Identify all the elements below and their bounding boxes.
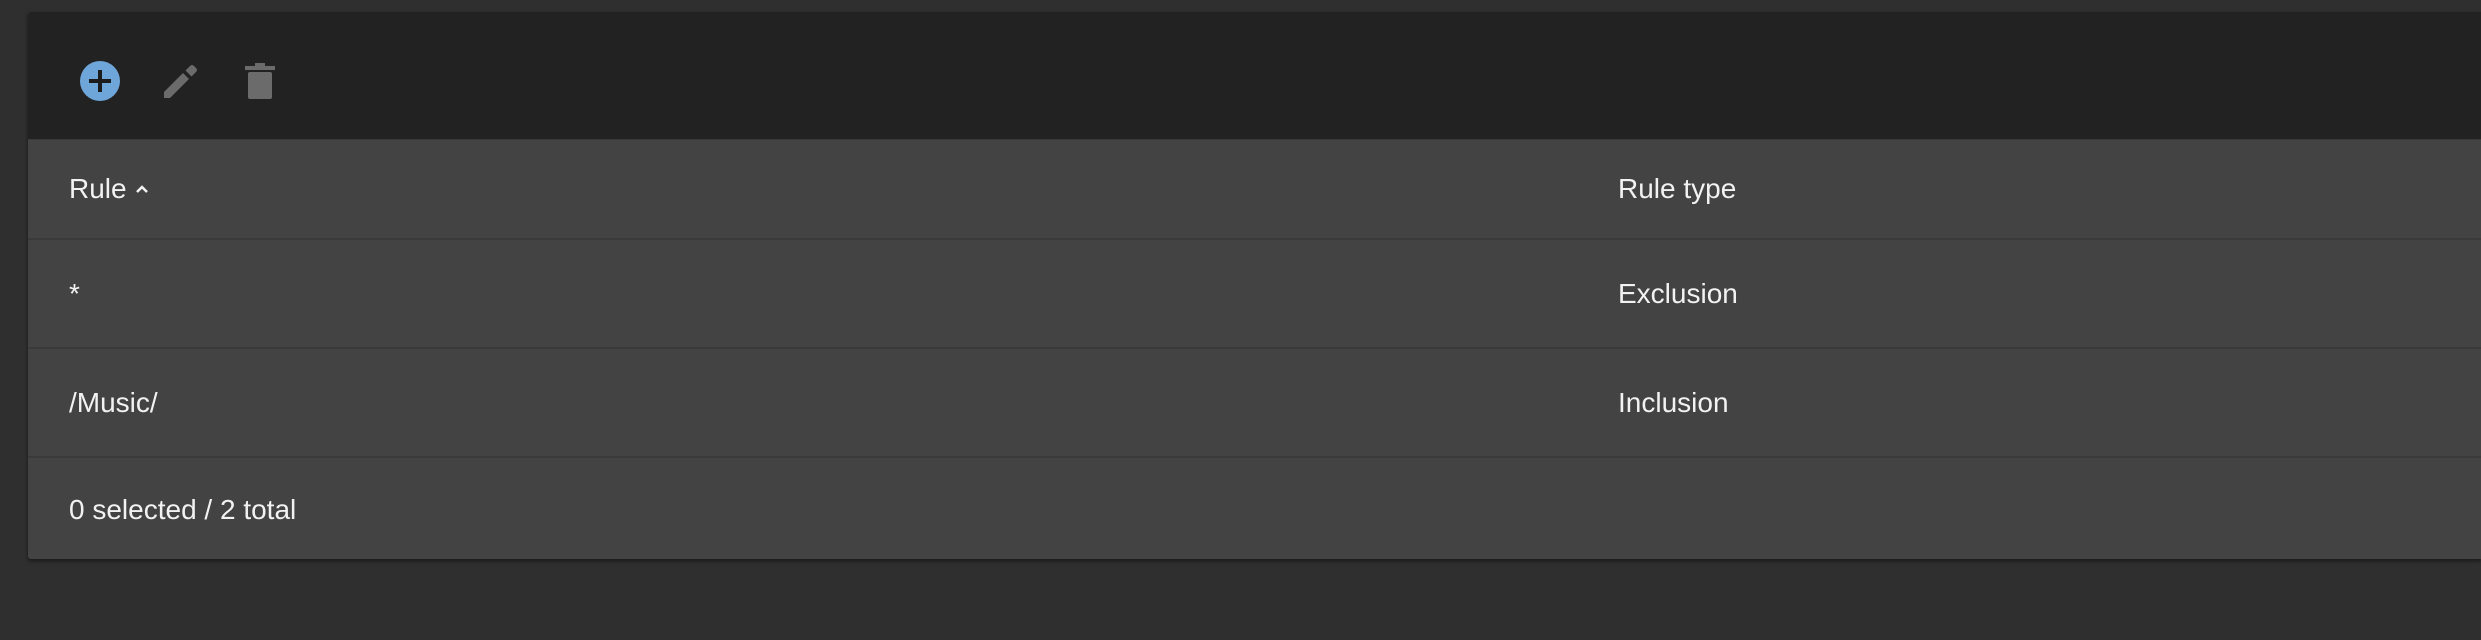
rule-cell: *: [69, 277, 80, 309]
rule-type-cell: Inclusion: [1618, 386, 1729, 418]
trash-icon: [245, 63, 275, 99]
delete-rule-button[interactable]: [236, 57, 284, 105]
add-rule-button[interactable]: [76, 57, 124, 105]
edit-rule-button[interactable]: [156, 57, 204, 105]
toolbar: [28, 12, 2481, 140]
rules-panel: Rule Rule type * Exclusion /Music/ Inclu…: [28, 12, 2481, 559]
table-header-row: Rule Rule type: [28, 140, 2481, 240]
pencil-icon: [164, 65, 197, 98]
rule-type-cell: Exclusion: [1618, 277, 1738, 309]
table-footer: 0 selected / 2 total: [28, 458, 2481, 559]
column-header-rule[interactable]: Rule: [69, 140, 151, 238]
sort-ascending-icon: [135, 185, 148, 193]
table-row[interactable]: * Exclusion: [28, 240, 2481, 349]
column-header-rule-type-label: Rule type: [1618, 173, 1737, 204]
table-row[interactable]: /Music/ Inclusion: [28, 349, 2481, 458]
column-header-rule-type[interactable]: Rule type: [1618, 140, 1736, 238]
column-header-rule-label: Rule: [69, 173, 127, 204]
selection-count: 0 selected / 2 total: [69, 494, 297, 525]
rule-cell: /Music/: [69, 386, 158, 418]
plus-circle-icon: [80, 61, 120, 101]
